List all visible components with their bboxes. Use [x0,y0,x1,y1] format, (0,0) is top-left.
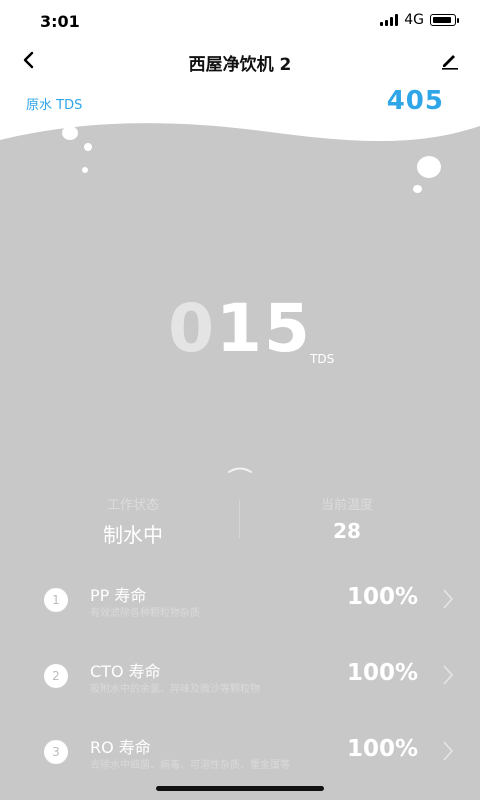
nav-bar: 西屋净饮机 2 [0,44,480,78]
work-status-label: 工作状态 [106,498,159,513]
signal-icon [380,14,399,26]
filter-name: CTO 寿命 [90,662,161,681]
filter-index: 1 [44,588,68,612]
edit-button[interactable] [434,44,466,76]
current-temperature: 当前温度 28 [240,486,454,543]
bubble [82,167,88,173]
raw-tds-label: 原水 TDS [26,98,83,113]
chevron-right-icon [443,589,454,609]
filter-index: 2 [44,664,68,688]
filter-row-pp[interactable]: 1 PP 寿命 有效滤除各种颗粒物杂质 100% [0,570,480,630]
chevron-right-icon [443,741,454,761]
filter-life-percent: 100% [346,736,418,762]
temperature-value: 28 [333,519,361,543]
work-status: 工作状态 制水中 [26,486,240,548]
home-indicator[interactable] [156,786,324,791]
purified-tds: 015 [0,290,480,367]
work-status-value: 制水中 [103,523,163,547]
temperature-label: 当前温度 [320,498,373,513]
status-stats: 工作状态 制水中 当前温度 28 [26,486,454,556]
network-label: 4G [404,12,424,28]
filter-row-cto[interactable]: 2 CTO 寿命 吸附水中的余氯、异味及微沙等颗粒物 100% [0,646,480,706]
status-bar: 3:01 4G [0,0,480,40]
filter-life-percent: 100% [346,660,418,686]
battery-icon [430,14,459,26]
chevron-up-icon[interactable] [226,462,254,476]
filter-name: RO 寿命 [90,738,151,757]
purified-tds-value: 15 [216,290,312,367]
page-title: 西屋净饮机 2 [188,55,292,75]
filter-desc: 有效滤除各种颗粒物杂质 [90,608,200,619]
status-indicators: 4G [380,12,459,28]
filter-desc: 去除水中细菌、病毒、可溶性杂质、重金属等 [90,760,290,771]
pencil-icon [442,55,458,70]
bubble [417,156,441,178]
purified-tds-unit: TDS [310,352,335,366]
filter-desc: 吸附水中的余氯、异味及微沙等颗粒物 [90,684,260,695]
filter-name: PP 寿命 [90,586,147,605]
bubble [84,143,92,151]
filter-row-ro[interactable]: 3 RO 寿命 去除水中细菌、病毒、可溶性杂质、重金属等 100% [0,722,480,782]
raw-tds-value: 405 [386,86,444,116]
bubble [413,185,422,193]
filter-index: 3 [44,740,68,764]
purified-tds-leading-digit: 0 [168,290,217,367]
chevron-right-icon [443,665,454,685]
bubble [62,126,78,140]
status-time: 3:01 [40,12,80,31]
filter-life-percent: 100% [346,584,418,610]
